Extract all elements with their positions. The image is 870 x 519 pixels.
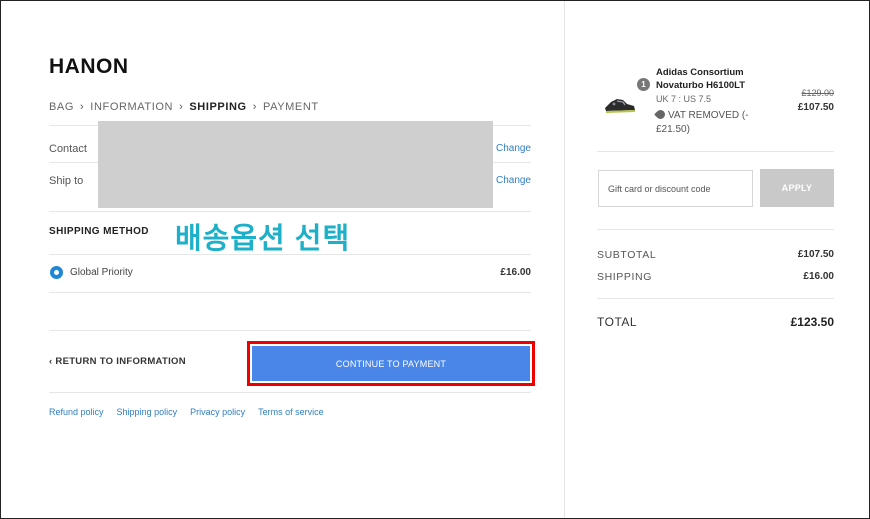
contact-change-link[interactable]: Change: [496, 143, 531, 154]
product-name: Adidas Consortium Novaturbo H6100LT: [656, 67, 746, 91]
terms-of-service-link[interactable]: Terms of service: [258, 407, 324, 417]
breadcrumb-payment: PAYMENT: [262, 101, 319, 113]
breadcrumb-shipping: SHIPPING: [189, 101, 247, 113]
product-thumbnail: [605, 99, 635, 113]
breadcrumb: BAG › INFORMATION › SHIPPING › PAYMENT: [49, 101, 319, 113]
divider: [49, 254, 531, 255]
shipping-option-price: £16.00: [500, 267, 531, 278]
breadcrumb-bag[interactable]: BAG: [49, 101, 74, 113]
shipping-policy-link[interactable]: Shipping policy: [117, 407, 178, 417]
subtotal-row: SUBTOTAL £107.50: [597, 249, 834, 261]
ship-to-label: Ship to: [49, 175, 84, 187]
divider: [597, 151, 834, 152]
return-to-information-link[interactable]: ‹ RETURN TO INFORMATION: [49, 356, 186, 367]
divider: [597, 229, 834, 230]
annotation-text: 배송옵션 선택: [175, 223, 351, 255]
vat-discount-note: VAT REMOVED (-£21.50): [654, 108, 776, 137]
subtotal-value: £107.50: [797, 249, 834, 260]
original-price: £129.00: [801, 88, 834, 98]
divider: [49, 392, 531, 393]
contact-label: Contact: [49, 143, 87, 155]
radio-selected-icon[interactable]: [50, 266, 63, 279]
item-price: £107.50: [797, 102, 834, 113]
shipping-value: £16.00: [803, 271, 834, 282]
chevron-right-icon: ›: [80, 101, 85, 113]
refund-policy-link[interactable]: Refund policy: [49, 407, 104, 417]
divider: [597, 298, 834, 299]
divider: [49, 292, 531, 293]
discount-code-input[interactable]: [598, 170, 753, 207]
shipping-label: SHIPPING: [597, 271, 652, 283]
redacted-address-block: [98, 121, 493, 208]
shipping-option-global-priority[interactable]: Global Priority £16.00: [49, 262, 531, 284]
total-row: TOTAL £123.50: [597, 315, 834, 329]
chevron-right-icon: ›: [179, 101, 184, 113]
quantity-badge: 1: [637, 78, 650, 91]
shipping-option-name: Global Priority: [70, 267, 133, 278]
breadcrumb-information[interactable]: INFORMATION: [90, 101, 173, 113]
product-variant: UK 7 : US 7.5: [656, 94, 712, 104]
shipping-method-heading: SHIPPING METHOD: [49, 226, 149, 237]
tag-icon: [654, 108, 667, 121]
continue-to-payment-button[interactable]: CONTINUE TO PAYMENT: [252, 346, 530, 381]
divider: [49, 211, 531, 212]
divider: [49, 330, 531, 331]
ship-to-change-link[interactable]: Change: [496, 175, 531, 186]
shipping-row: SHIPPING £16.00: [597, 271, 834, 283]
subtotal-label: SUBTOTAL: [597, 249, 657, 261]
chevron-right-icon: ›: [252, 101, 257, 113]
vat-text: VAT REMOVED (-£21.50): [656, 110, 749, 135]
column-divider: [564, 1, 565, 518]
privacy-policy-link[interactable]: Privacy policy: [190, 407, 245, 417]
apply-discount-button[interactable]: APPLY: [760, 169, 834, 207]
footer-links: Refund policy Shipping policy Privacy po…: [49, 407, 324, 417]
return-label: RETURN TO INFORMATION: [55, 356, 186, 367]
total-label: TOTAL: [597, 315, 638, 329]
total-value: £123.50: [790, 315, 834, 329]
brand-logo[interactable]: HANON: [49, 55, 129, 79]
